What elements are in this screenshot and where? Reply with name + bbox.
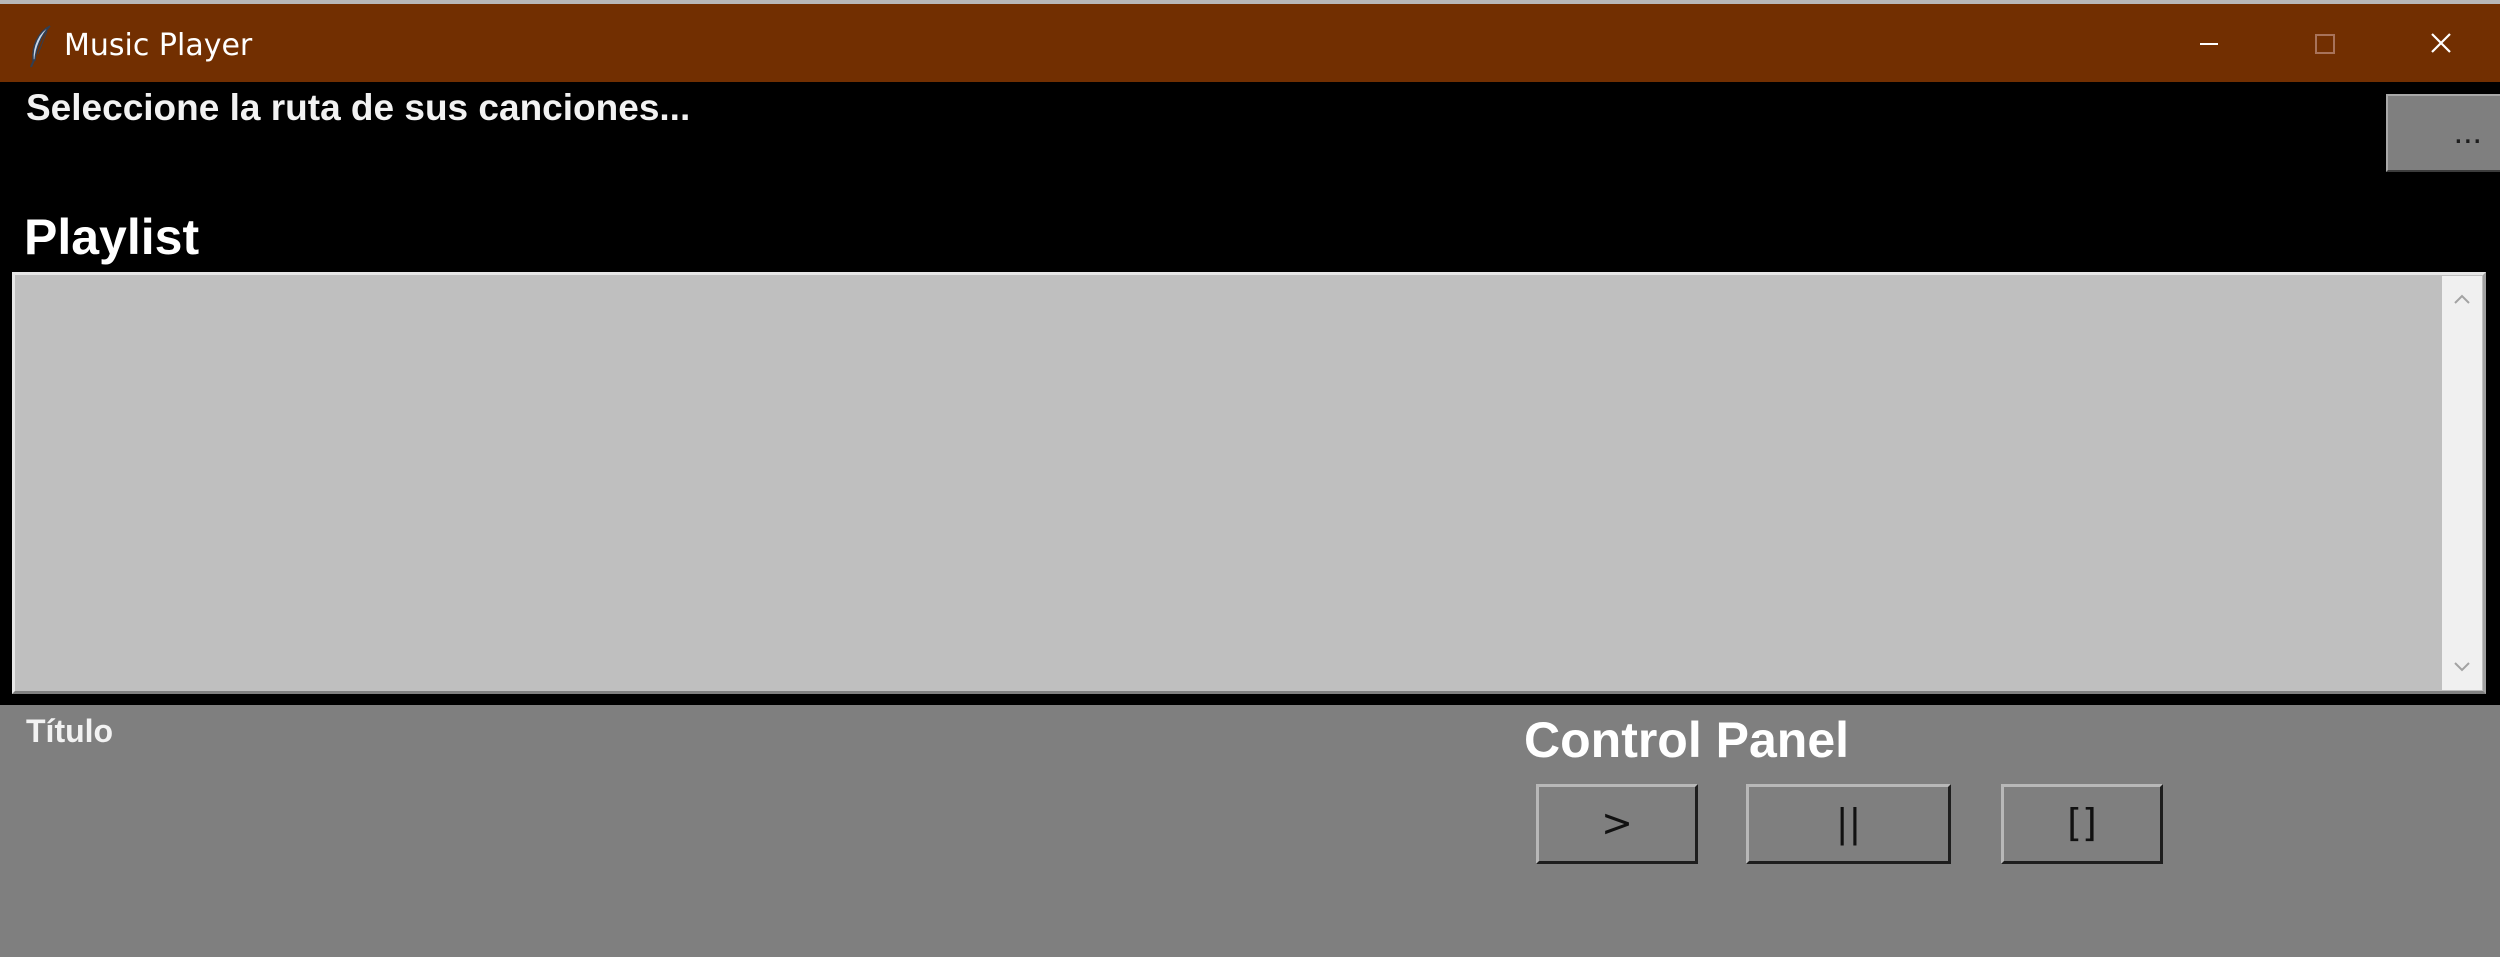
chevron-up-icon[interactable] (2442, 284, 2482, 314)
maximize-button[interactable] (2266, 4, 2382, 82)
browse-folder-button[interactable]: ... (2386, 94, 2500, 172)
title-bar[interactable]: Music Player (0, 0, 2500, 82)
close-button[interactable] (2382, 4, 2498, 82)
playlist-scrollbar[interactable] (2442, 276, 2482, 690)
music-player-window: Music Player Seleccione la ruta de sus c… (0, 0, 2500, 957)
now-playing-title-label: Título (26, 713, 114, 749)
chevron-down-icon[interactable] (2442, 652, 2482, 682)
feather-icon (26, 24, 56, 68)
playlist-listbox[interactable] (12, 272, 2486, 694)
control-panel-heading: Control Panel (1524, 712, 1850, 768)
playlist-heading: Playlist (24, 209, 200, 265)
stop-button[interactable]: [] (2001, 784, 2163, 864)
song-path-label: Seleccione la ruta de sus canciones... (26, 87, 691, 128)
play-button[interactable]: > (1536, 784, 1698, 864)
minimize-button[interactable] (2150, 4, 2266, 82)
pause-button[interactable]: || (1746, 784, 1951, 864)
window-title: Music Player (64, 28, 253, 63)
